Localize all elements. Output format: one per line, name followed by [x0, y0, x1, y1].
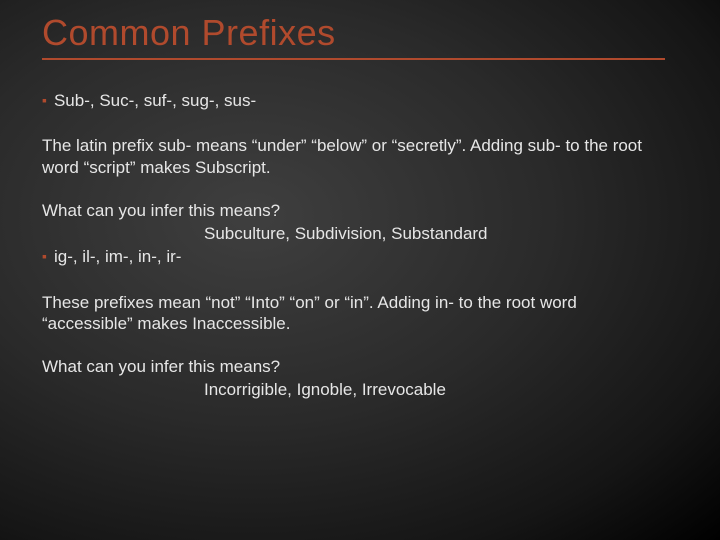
bullet-icon: ▪ [42, 248, 47, 266]
spacer [42, 180, 665, 200]
slide-body: ▪ Sub-, Suc-, suf-, sug-, sus- The latin… [42, 90, 665, 401]
spacer [42, 272, 665, 292]
paragraph-2: These prefixes mean “not” “Into” “on” or… [42, 292, 665, 335]
slide: Common Prefixes ▪ Sub-, Suc-, suf-, sug-… [0, 0, 720, 540]
infer-question-1: What can you infer this means? [42, 200, 665, 221]
spacer [42, 115, 665, 135]
bullet-item-2: ▪ ig-, il-, im-, in-, ir- [42, 246, 665, 267]
infer-question-2: What can you infer this means? [42, 356, 665, 377]
slide-title: Common Prefixes [42, 12, 665, 60]
paragraph-1: The latin prefix sub- means “under” “bel… [42, 135, 665, 178]
infer-examples-1: Subculture, Subdivision, Substandard [42, 223, 665, 244]
spacer [42, 336, 665, 356]
bullet-icon: ▪ [42, 92, 47, 110]
bullet-text-2: ig-, il-, im-, in-, ir- [54, 246, 181, 267]
bullet-item-1: ▪ Sub-, Suc-, suf-, sug-, sus- [42, 90, 665, 111]
bullet-text-1: Sub-, Suc-, suf-, sug-, sus- [54, 90, 256, 111]
infer-examples-2: Incorrigible, Ignoble, Irrevocable [42, 379, 665, 400]
